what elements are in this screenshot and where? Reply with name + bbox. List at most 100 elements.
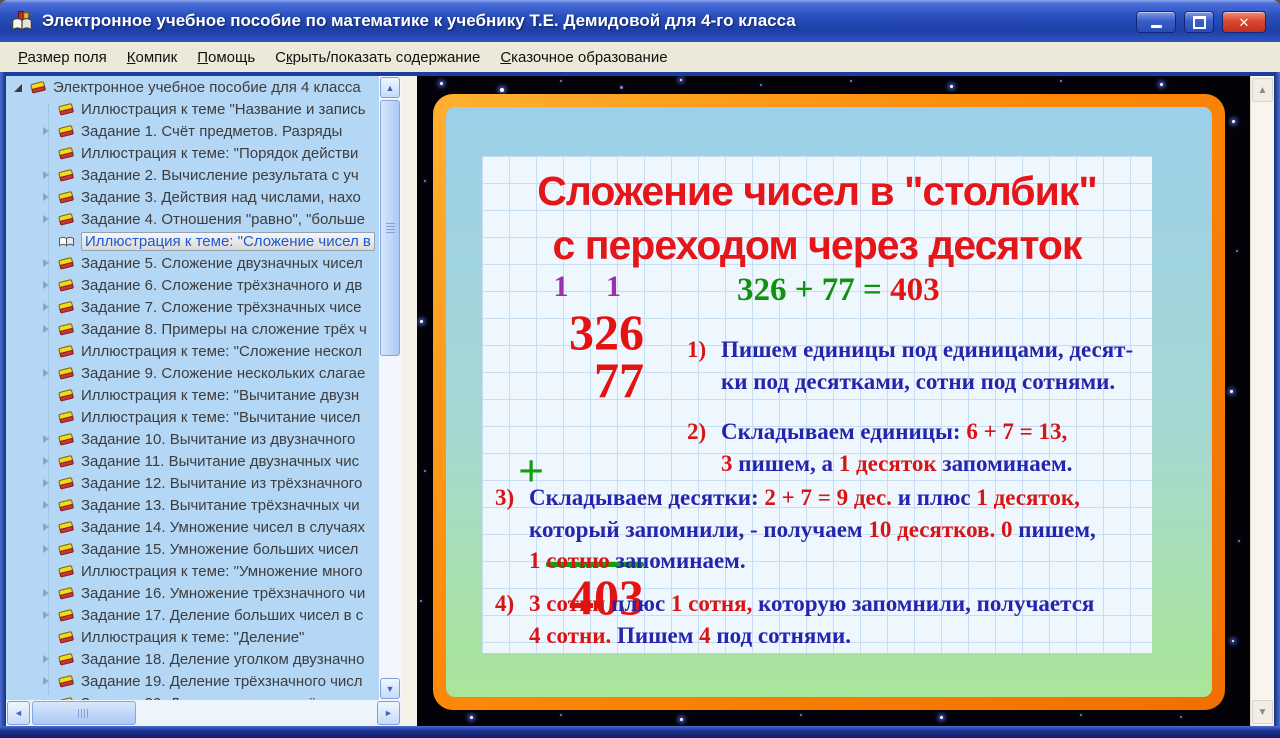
star-decoration <box>1180 716 1182 718</box>
tree-item[interactable]: Задание 9. Сложение нескольких слагае <box>6 362 379 384</box>
tree-item[interactable]: Задание 10. Вычитание из двузначного <box>6 428 379 450</box>
expander-collapsed-icon[interactable] <box>40 257 53 270</box>
minimize-icon <box>1150 24 1162 28</box>
book-icon <box>58 388 81 403</box>
book-icon <box>58 476 81 491</box>
tree-item[interactable]: Задание 7. Сложение трёхзначных чисе <box>6 296 379 318</box>
tree-item[interactable]: Задание 6. Сложение трёхзначного и дв <box>6 274 379 296</box>
tree-item[interactable]: Задание 13. Вычитание трёхзначных чи <box>6 494 379 516</box>
menu-item-3[interactable]: Скрыть/показать содержание <box>265 45 490 70</box>
expander-collapsed-icon[interactable] <box>40 477 53 490</box>
step-number: 4) <box>495 591 515 616</box>
menu-item-0[interactable]: Размер поля <box>8 45 117 70</box>
close-button[interactable]: ✕ <box>1222 11 1266 33</box>
tree-item[interactable]: Иллюстрация к теме: "Вычитание двузн <box>6 384 379 406</box>
tree-item[interactable]: Задание 12. Вычитание из трёхзначного <box>6 472 379 494</box>
tree-item-label: Задание 17. Деление больших чисел в с <box>81 606 364 624</box>
tree-item-label: Задание 13. Вычитание трёхзначных чи <box>81 496 360 514</box>
menu-item-2[interactable]: Помощь <box>187 45 265 70</box>
tree-item-label: Электронное учебное пособие для 4 класса <box>53 78 361 96</box>
expander-collapsed-icon[interactable] <box>40 543 53 556</box>
board-frame: Сложение чисел в "столбик" с переходом ч… <box>433 94 1225 710</box>
tree-item[interactable]: Иллюстрация к теме: "Сложение нескол <box>6 340 379 362</box>
expander-collapsed-icon[interactable] <box>40 169 53 182</box>
star-decoration <box>1080 714 1082 716</box>
tree-item-label: Задание 7. Сложение трёхзначных чисе <box>81 298 362 316</box>
window-border-right <box>1274 72 1280 738</box>
tree-item-label: Задание 4. Отношения "равно", "больше <box>81 210 365 228</box>
tree-item[interactable]: Задание 8. Примеры на сложение трёх ч <box>6 318 379 340</box>
tree-item[interactable]: Задание 5. Сложение двузначных чисел <box>6 252 379 274</box>
tree-item[interactable]: Задание 11. Вычитание двузначных чис <box>6 450 379 472</box>
expander-collapsed-icon[interactable] <box>40 125 53 138</box>
expander-collapsed-icon[interactable] <box>40 521 53 534</box>
tree-item-selected[interactable]: Иллюстрация к теме: "Сложение чисел в <box>6 230 379 252</box>
scroll-left-button[interactable]: ◄ <box>7 701 30 725</box>
tree-item[interactable]: Задание 17. Деление больших чисел в с <box>6 604 379 626</box>
tree-item[interactable]: Задание 14. Умножение чисел в случаях <box>6 516 379 538</box>
expander-root-icon[interactable] <box>12 81 25 94</box>
expander-collapsed-icon[interactable] <box>40 433 53 446</box>
tree-item-label: Задание 15. Умножение больших чисел <box>81 540 359 558</box>
maximize-button[interactable] <box>1184 11 1214 33</box>
tree-item[interactable]: Иллюстрация к теме: "Умножение много <box>6 560 379 582</box>
tree-item[interactable]: Задание 20. Деление уголком трёхзначн <box>6 692 379 700</box>
menu-item-1[interactable]: Компик <box>117 45 187 70</box>
horizontal-scroll-thumb[interactable] <box>32 701 136 725</box>
star-decoration <box>420 600 422 602</box>
expander-collapsed-icon[interactable] <box>40 279 53 292</box>
expander-collapsed-icon[interactable] <box>40 191 53 204</box>
expander-collapsed-icon[interactable] <box>40 301 53 314</box>
star-decoration <box>470 716 473 719</box>
tree-item[interactable]: Иллюстрация к теме: "Деление" <box>6 626 379 648</box>
expander-collapsed-icon[interactable] <box>40 609 53 622</box>
step-text: 3 сотни плюс 1 сотня, которую запомнили,… <box>529 591 1095 648</box>
vertical-scroll-thumb[interactable] <box>380 100 400 356</box>
tree-item[interactable]: Задание 18. Деление уголком двузначно <box>6 648 379 670</box>
star-decoration <box>1160 83 1163 86</box>
menu-item-4[interactable]: Сказочное образование <box>490 45 677 70</box>
star-decoration <box>800 714 802 716</box>
tree-horizontal-scrollbar[interactable]: ◄ ► <box>6 700 401 726</box>
tree-item[interactable]: Иллюстрация к теме: "Вычитание чисел <box>6 406 379 428</box>
star-decoration <box>424 470 426 472</box>
main-vertical-scrollbar[interactable]: ▲ ▼ <box>1250 76 1275 726</box>
tree-item[interactable]: Задание 16. Умножение трёхзначного чи <box>6 582 379 604</box>
app-icon <box>12 10 32 31</box>
expander-collapsed-icon[interactable] <box>40 213 53 226</box>
expander-collapsed-icon[interactable] <box>40 367 53 380</box>
expander-collapsed-icon[interactable] <box>40 587 53 600</box>
star-decoration <box>1232 120 1235 123</box>
tree-item[interactable]: Иллюстрация к теме "Название и запись <box>6 98 379 120</box>
expander-collapsed-icon[interactable] <box>40 455 53 468</box>
tree-item[interactable]: Задание 1. Счёт предметов. Разряды <box>6 120 379 142</box>
tree-item[interactable]: Иллюстрация к теме: "Порядок действи <box>6 142 379 164</box>
tree-item[interactable]: Задание 2. Вычисление результата с уч <box>6 164 379 186</box>
minimize-button[interactable] <box>1136 11 1176 33</box>
tree-item[interactable]: Задание 15. Умножение больших чисел <box>6 538 379 560</box>
book-icon <box>58 542 81 557</box>
panel-splitter[interactable] <box>401 76 417 726</box>
main-scroll-up-button[interactable]: ▲ <box>1252 78 1273 102</box>
star-decoration <box>680 718 683 721</box>
scroll-down-button[interactable]: ▼ <box>380 678 400 699</box>
main-scroll-down-button[interactable]: ▼ <box>1252 700 1273 724</box>
star-decoration <box>1236 250 1238 252</box>
expander-collapsed-icon[interactable] <box>40 323 53 336</box>
scroll-up-button[interactable]: ▲ <box>380 77 400 98</box>
tree-item[interactable]: Электронное учебное пособие для 4 класса <box>6 76 379 98</box>
thumb-grip <box>78 709 89 718</box>
contents-tree: Электронное учебное пособие для 4 класса… <box>6 76 379 700</box>
scroll-right-button[interactable]: ► <box>377 701 400 725</box>
lesson-title-line1: Сложение чисел в "столбик" <box>537 168 1098 214</box>
expander-collapsed-icon[interactable] <box>40 499 53 512</box>
tree-item[interactable]: Задание 3. Действия над числами, нахо <box>6 186 379 208</box>
expander-collapsed-icon[interactable] <box>40 653 53 666</box>
step-text: Складываем единицы: 6 + 7 = 13, 3 пишем,… <box>721 419 1073 476</box>
book-icon <box>58 564 81 579</box>
tree-item[interactable]: Задание 19. Деление трёхзначного числ <box>6 670 379 692</box>
tree-item[interactable]: Задание 4. Отношения "равно", "больше <box>6 208 379 230</box>
tree-vertical-scrollbar[interactable]: ▲ ▼ <box>379 76 401 700</box>
expander-collapsed-icon[interactable] <box>40 675 53 688</box>
